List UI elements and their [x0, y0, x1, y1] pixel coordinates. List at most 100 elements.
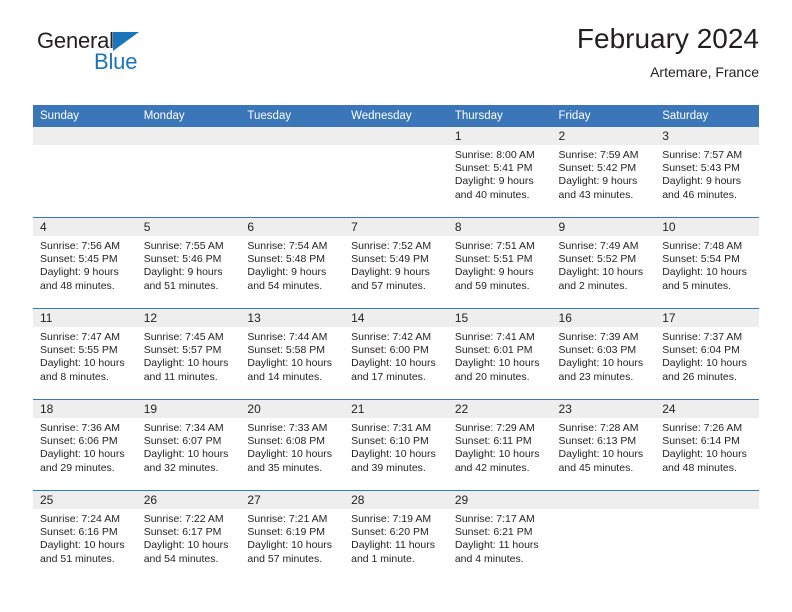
- day-detail-line: Sunrise: 7:26 AM: [662, 422, 743, 434]
- calendar-day-cell[interactable]: 10 Sunrise: 7:48 AM Sunset: 5:54 PM Dayligh…: [655, 217, 759, 309]
- calendar-day-cell[interactable]: 19 Sunrise: 7:34 AM Sunset: 6:07 PM Dayligh…: [136, 399, 241, 491]
- day-number: 16: [551, 309, 656, 327]
- day-number: 22: [447, 400, 552, 418]
- day-detail-line: Sunset: 5:41 PM: [454, 162, 533, 175]
- calendar-day-cell[interactable]: 17 Sunrise: 7:37 AM Sunset: 6:04 PM Dayligh…: [655, 308, 759, 400]
- day-detail-line: Sunrise: 7:19 AM: [351, 513, 432, 525]
- day-detail-line: and 26 minutes.: [662, 370, 737, 383]
- calendar-week-row: 1 Sunrise: 8:00 AM Sunset: 5:41 PM Daylight…: [33, 127, 759, 218]
- day-details: Sunrise: 7:54 AM Sunset: 5:48 PM Daylight:…: [240, 236, 344, 293]
- day-detail-line: Daylight: 9 hours: [454, 266, 534, 279]
- calendar-day-cell[interactable]: 8 Sunrise: 7:51 AM Sunset: 5:51 PM Daylight…: [447, 217, 552, 309]
- day-detail-line: Sunrise: 7:24 AM: [40, 513, 120, 525]
- calendar-day-cell[interactable]: 29 Sunrise: 7:17 AM Sunset: 6:21 PM Dayligh…: [447, 490, 552, 581]
- day-details: Sunrise: 7:33 AM Sunset: 6:08 PM Daylight:…: [240, 418, 344, 475]
- day-detail-line: Daylight: 10 hours: [558, 448, 644, 461]
- logo-text-blue: Blue: [94, 49, 138, 74]
- day-detail-line: and 29 minutes.: [40, 461, 115, 474]
- day-number: 19: [136, 400, 241, 418]
- day-detail-line: Sunrise: 7:28 AM: [558, 422, 639, 434]
- calendar-day-cell[interactable]: 14 Sunrise: 7:42 AM Sunset: 6:00 PM Dayligh…: [344, 308, 448, 400]
- day-detail-line: Sunrise: 7:33 AM: [247, 422, 328, 434]
- sunrise-sunset-calendar: Sunday Monday Tuesday Wednesday Thursday Frid…: [33, 105, 759, 581]
- day-details: Sunrise: 8:00 AM Sunset: 5:41 PM Daylight:…: [448, 145, 552, 202]
- calendar-day-cell[interactable]: 4 Sunrise: 7:56 AM Sunset: 5:45 PM Daylight…: [33, 217, 137, 309]
- calendar-day-cell[interactable]: 22 Sunrise: 7:29 AM Sunset: 6:11 PM Dayligh…: [447, 399, 552, 491]
- day-detail-line: Daylight: 10 hours: [351, 357, 436, 370]
- day-detail-line: Sunset: 6:08 PM: [247, 435, 326, 448]
- general-blue-logo: General Blue: [37, 30, 187, 80]
- day-number: [655, 491, 759, 509]
- calendar-day-cell[interactable]: 23 Sunrise: 7:28 AM Sunset: 6:13 PM Dayligh…: [551, 399, 656, 491]
- day-number: 20: [240, 400, 345, 418]
- day-number: 2: [551, 127, 656, 145]
- day-details: Sunrise: 7:29 AM Sunset: 6:11 PM Daylight:…: [448, 418, 552, 475]
- weekday-header-saturday: Saturday: [655, 105, 759, 127]
- calendar-day-cell[interactable]: 20 Sunrise: 7:33 AM Sunset: 6:08 PM Dayligh…: [240, 399, 345, 491]
- calendar-day-cell[interactable]: 12 Sunrise: 7:45 AM Sunset: 5:57 PM Dayligh…: [136, 308, 241, 400]
- calendar-day-cell[interactable]: 7 Sunrise: 7:52 AM Sunset: 5:49 PM Daylight…: [344, 217, 448, 309]
- day-detail-line: Sunset: 5:48 PM: [247, 253, 326, 266]
- day-detail-line: Daylight: 9 hours: [662, 175, 742, 188]
- day-details: Sunrise: 7:36 AM Sunset: 6:06 PM Daylight:…: [33, 418, 137, 475]
- calendar-day-cell[interactable]: 13 Sunrise: 7:44 AM Sunset: 5:58 PM Dayligh…: [240, 308, 345, 400]
- calendar-day-cell[interactable]: 28 Sunrise: 7:19 AM Sunset: 6:20 PM Dayligh…: [344, 490, 448, 581]
- day-detail-line: Daylight: 9 hours: [40, 266, 119, 279]
- day-number: 1: [447, 127, 552, 145]
- day-detail-line: Sunrise: 7:47 AM: [40, 331, 120, 343]
- calendar-day-cell[interactable]: 9 Sunrise: 7:49 AM Sunset: 5:52 PM Daylight…: [551, 217, 656, 309]
- day-number: [240, 127, 345, 145]
- day-number: 12: [136, 309, 241, 327]
- day-detail-line: Sunrise: 7:55 AM: [143, 240, 224, 252]
- calendar-day-cell[interactable]: 25 Sunrise: 7:24 AM Sunset: 6:16 PM Dayligh…: [33, 490, 137, 581]
- day-number: 9: [551, 218, 656, 236]
- day-number: 15: [447, 309, 552, 327]
- day-detail-line: Daylight: 9 hours: [454, 175, 534, 188]
- day-details: Sunrise: 7:56 AM Sunset: 5:45 PM Daylight:…: [33, 236, 137, 293]
- calendar-day-cell-empty: [655, 490, 759, 581]
- day-detail-line: Sunset: 5:49 PM: [351, 253, 429, 266]
- calendar-day-cell[interactable]: 21 Sunrise: 7:31 AM Sunset: 6:10 PM Dayligh…: [344, 399, 448, 491]
- calendar-day-cell[interactable]: 27 Sunrise: 7:21 AM Sunset: 6:19 PM Dayligh…: [240, 490, 345, 581]
- day-number: 8: [447, 218, 552, 236]
- day-details: Sunrise: 7:24 AM Sunset: 6:16 PM Daylight:…: [33, 509, 137, 566]
- day-detail-line: Sunset: 5:42 PM: [558, 162, 637, 175]
- calendar-day-cell[interactable]: 5 Sunrise: 7:55 AM Sunset: 5:46 PM Daylight…: [136, 217, 241, 309]
- day-number: 11: [33, 309, 137, 327]
- day-number: 17: [655, 309, 759, 327]
- day-detail-line: Sunset: 5:51 PM: [454, 253, 533, 266]
- day-number: 6: [240, 218, 345, 236]
- day-detail-line: and 57 minutes.: [351, 279, 426, 292]
- day-details: Sunrise: 7:48 AM Sunset: 5:54 PM Daylight:…: [655, 236, 759, 293]
- day-number: [551, 491, 656, 509]
- calendar-day-cell[interactable]: 3 Sunrise: 7:57 AM Sunset: 5:43 PM Daylight…: [655, 127, 759, 218]
- day-detail-line: Sunrise: 8:00 AM: [454, 149, 535, 161]
- calendar-day-cell-empty: [551, 490, 656, 581]
- day-details: Sunrise: 7:19 AM Sunset: 6:20 PM Daylight:…: [344, 509, 448, 566]
- calendar-day-cell[interactable]: 11 Sunrise: 7:47 AM Sunset: 5:55 PM Dayligh…: [33, 308, 137, 400]
- day-detail-line: Daylight: 10 hours: [247, 448, 333, 461]
- day-detail-line: Sunrise: 7:39 AM: [558, 331, 639, 343]
- day-detail-line: and 14 minutes.: [247, 370, 323, 383]
- calendar-day-cell[interactable]: 26 Sunrise: 7:22 AM Sunset: 6:17 PM Dayligh…: [136, 490, 241, 581]
- calendar-day-cell[interactable]: 15 Sunrise: 7:41 AM Sunset: 6:01 PM Dayligh…: [447, 308, 552, 400]
- calendar-day-cell[interactable]: 24 Sunrise: 7:26 AM Sunset: 6:14 PM Dayligh…: [655, 399, 759, 491]
- calendar-day-cell[interactable]: 16 Sunrise: 7:39 AM Sunset: 6:03 PM Dayligh…: [551, 308, 656, 400]
- day-detail-line: Daylight: 9 hours: [143, 266, 223, 279]
- day-number: 26: [136, 491, 241, 509]
- day-detail-line: Daylight: 10 hours: [351, 448, 436, 461]
- day-detail-line: Sunrise: 7:22 AM: [143, 513, 224, 525]
- calendar-day-cell[interactable]: 6 Sunrise: 7:54 AM Sunset: 5:48 PM Daylight…: [240, 217, 345, 309]
- day-detail-line: and 51 minutes.: [143, 279, 219, 292]
- calendar-day-cell[interactable]: 1 Sunrise: 8:00 AM Sunset: 5:41 PM Daylight…: [447, 127, 552, 218]
- day-detail-line: Sunrise: 7:31 AM: [351, 422, 432, 434]
- day-number: [33, 127, 137, 145]
- calendar-day-cell[interactable]: 2 Sunrise: 7:59 AM Sunset: 5:42 PM Daylight…: [551, 127, 656, 218]
- day-details: [33, 145, 137, 149]
- day-detail-line: Sunrise: 7:34 AM: [143, 422, 224, 434]
- day-detail-line: Sunrise: 7:51 AM: [454, 240, 535, 252]
- calendar-day-cell[interactable]: 18 Sunrise: 7:36 AM Sunset: 6:06 PM Dayligh…: [33, 399, 137, 491]
- day-detail-line: and 48 minutes.: [662, 461, 737, 474]
- day-detail-line: Daylight: 10 hours: [662, 448, 747, 461]
- day-detail-line: and 2 minutes.: [558, 279, 628, 292]
